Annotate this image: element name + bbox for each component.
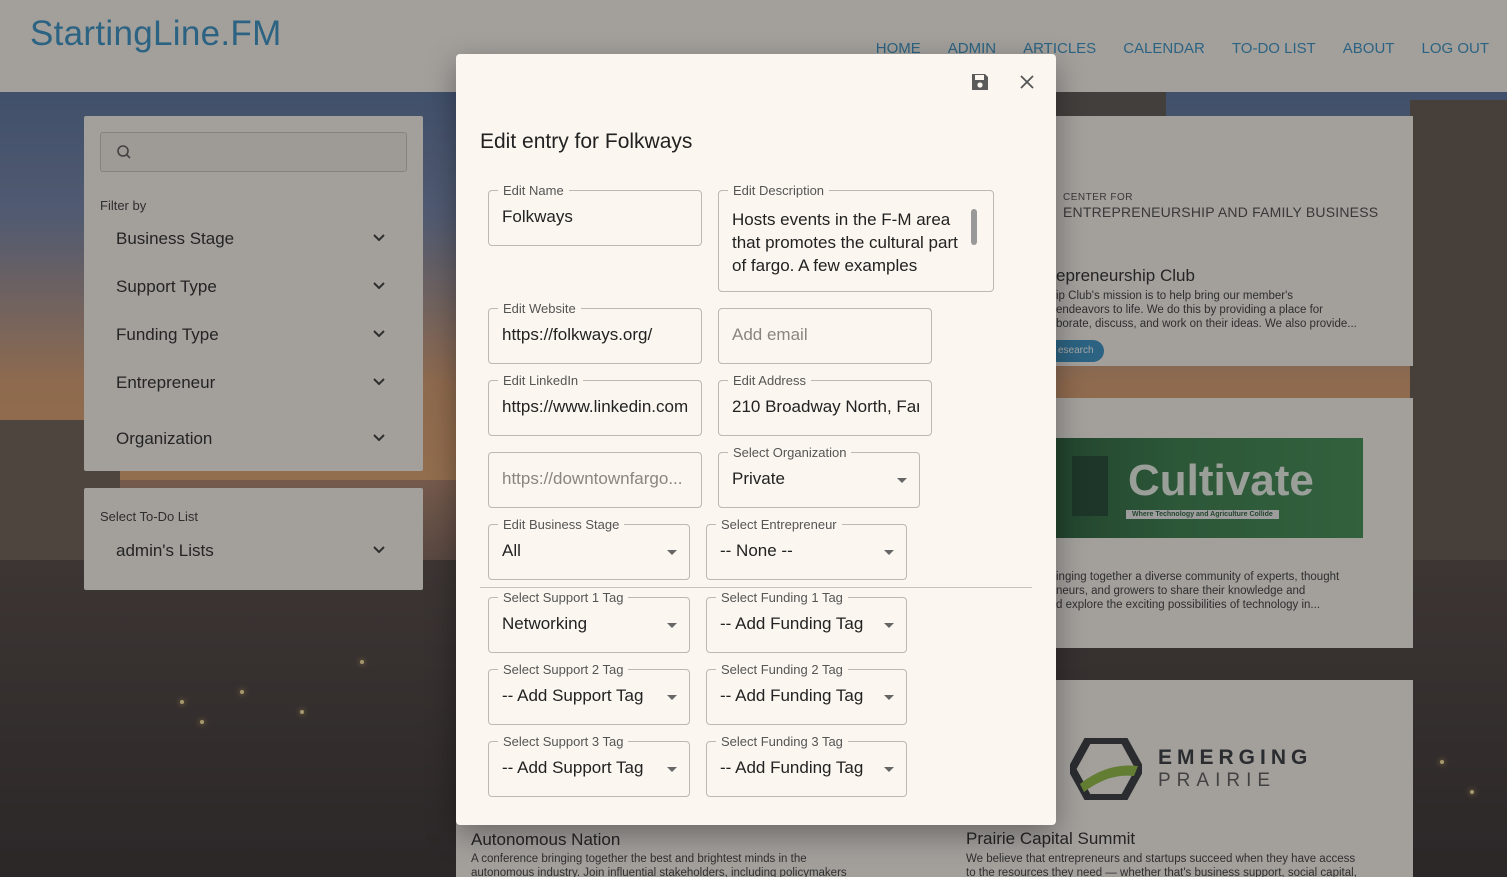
field-label: Select Funding 1 Tag (716, 590, 848, 605)
close-icon[interactable] (1019, 74, 1035, 90)
modal-title: Edit entry for Folkways (480, 130, 693, 153)
select-support-3-tag[interactable]: Select Support 3 Tag -- Add Support Tag (488, 734, 690, 797)
field-value: Hosts events in the F-M area that promot… (732, 210, 958, 275)
field-label: Select Entrepreneur (716, 517, 842, 532)
dropdown-caret-icon (667, 550, 677, 555)
email-field[interactable]: Add email (718, 308, 932, 364)
dropdown-caret-icon (667, 695, 677, 700)
section-divider (480, 587, 1032, 588)
select-support-2-tag[interactable]: Select Support 2 Tag -- Add Support Tag (488, 662, 690, 725)
dropdown-caret-icon (884, 695, 894, 700)
edit-website-field[interactable]: Edit Website https://folkways.org/ (488, 301, 702, 364)
field-value: 210 Broadway North, Fargo (732, 397, 919, 416)
edit-address-field[interactable]: Edit Address 210 Broadway North, Fargo (718, 373, 932, 436)
select-funding-3-tag[interactable]: Select Funding 3 Tag -- Add Funding Tag (706, 734, 907, 797)
field-label: Edit Business Stage (498, 517, 625, 532)
field-placeholder: https://downtownfargo... (502, 469, 683, 488)
dropdown-caret-icon (667, 767, 677, 772)
field-label: Select Funding 3 Tag (716, 734, 848, 749)
field-value: -- Add Support Tag (502, 686, 644, 705)
select-business-stage[interactable]: Edit Business Stage All (488, 517, 690, 580)
field-label: Edit LinkedIn (498, 373, 584, 388)
field-value: Private (732, 469, 785, 488)
field-placeholder: Add email (732, 325, 808, 344)
dropdown-caret-icon (884, 550, 894, 555)
edit-linkedin-field[interactable]: Edit LinkedIn https://www.linkedin.com (488, 373, 702, 436)
field-value: All (502, 541, 521, 560)
field-value: -- None -- (720, 541, 793, 560)
field-value: -- Add Funding Tag (720, 686, 864, 705)
select-organization[interactable]: Select Organization Private (718, 445, 920, 508)
field-label: Edit Website (498, 301, 581, 316)
edit-entry-modal: Edit entry for Folkways Edit Name Folkwa… (456, 54, 1056, 825)
field-label: Select Organization (728, 445, 852, 460)
field-label: Select Support 3 Tag (498, 734, 629, 749)
save-icon[interactable] (970, 72, 990, 92)
field-label: Edit Name (498, 183, 569, 198)
field-value: https://folkways.org/ (502, 325, 653, 344)
field-label: Select Funding 2 Tag (716, 662, 848, 677)
dropdown-caret-icon (897, 478, 907, 483)
field-label: Select Support 2 Tag (498, 662, 629, 677)
extra-url-field[interactable]: https://downtownfargo... (488, 452, 702, 508)
textarea-scrollbar[interactable] (971, 209, 977, 245)
dropdown-caret-icon (884, 767, 894, 772)
field-value: https://www.linkedin.com (502, 397, 689, 416)
field-label: Edit Address (728, 373, 811, 388)
field-value: Networking (502, 614, 588, 633)
edit-description-textarea[interactable]: Edit Description Hosts events in the F-M… (718, 183, 994, 292)
select-funding-2-tag[interactable]: Select Funding 2 Tag -- Add Funding Tag (706, 662, 907, 725)
select-support-1-tag[interactable]: Select Support 1 Tag Networking (488, 590, 690, 653)
field-value: Folkways (502, 207, 573, 226)
field-label: Select Support 1 Tag (498, 590, 629, 605)
edit-name-field[interactable]: Edit Name Folkways (488, 183, 702, 246)
field-value: -- Add Support Tag (502, 758, 644, 777)
field-value: -- Add Funding Tag (720, 614, 864, 633)
dropdown-caret-icon (667, 623, 677, 628)
select-entrepreneur[interactable]: Select Entrepreneur -- None -- (706, 517, 907, 580)
field-value: -- Add Funding Tag (720, 758, 864, 777)
dropdown-caret-icon (884, 623, 894, 628)
select-funding-1-tag[interactable]: Select Funding 1 Tag -- Add Funding Tag (706, 590, 907, 653)
